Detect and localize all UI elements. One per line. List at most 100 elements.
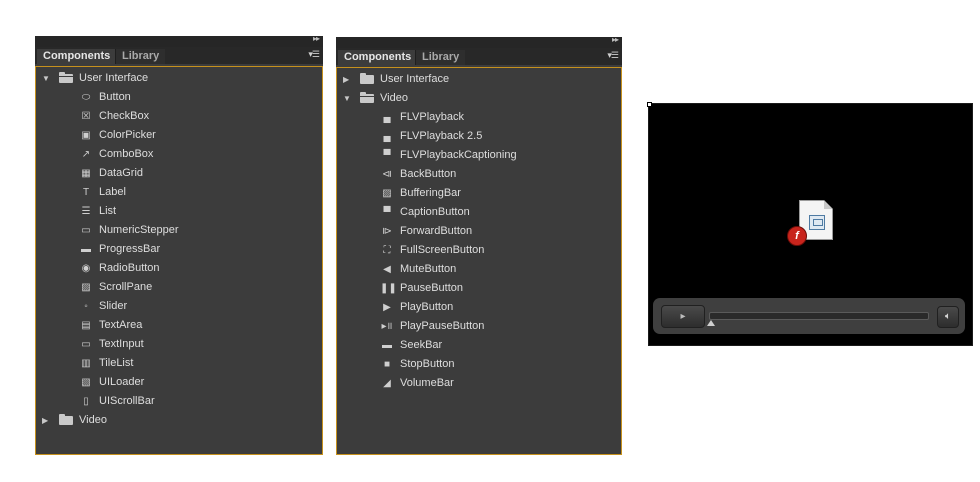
datagrid-icon: ▦ [81,168,91,179]
tree-item-label: ProgressBar [99,243,161,255]
selection-handle[interactable] [647,102,652,107]
tab-bar: Components Library ▾☰ [336,48,622,65]
tree-item-label: FullScreenButton [400,244,485,256]
tree-item[interactable]: ▦ DataGrid [36,164,322,183]
tree-folder-label: User Interface [79,72,149,84]
tilelist-icon: ▥ [81,358,91,369]
component-tree: ▶ User Interface ▼ Video ▄ FLVPlayback ▄ FLVPla… [336,67,622,455]
button-icon: ⬭ [81,92,91,103]
tree-item[interactable]: ▸॥ PlayPauseButton [337,317,621,336]
component-tree: ▼ User Interface ⬭ Button ☒ CheckBox ▣ ColorPic… [35,66,323,455]
tree-item[interactable]: ▬ ProgressBar [36,240,322,259]
tree-item[interactable]: ▤ TextArea [36,316,322,335]
tree-item[interactable]: ■ StopButton [337,355,621,374]
tree-item-label: FLVPlaybackCaptioning [400,149,517,161]
tree-item[interactable]: ▨ BufferingBar [337,184,621,203]
tree-folder[interactable]: ▶ User Interface [337,70,621,89]
tree-item[interactable]: ⧐ ForwardButton [337,222,621,241]
tree-item[interactable]: ▭ TextInput [36,335,322,354]
volume-button[interactable]: 🔈︎ [937,306,959,328]
components-panel-2: ▸▸ Components Library ▾☰ ▶ User Interface… [336,35,622,455]
tree-item[interactable]: ↗ ComboBox [36,145,322,164]
tree-item-label: ColorPicker [99,129,156,141]
tree-item[interactable]: ❚❚ PauseButton [337,279,621,298]
folder-icon [360,73,374,84]
tree-item[interactable]: ▨ ScrollPane [36,278,322,297]
tree-item[interactable]: ⬭ Button [36,88,322,107]
tab-components[interactable]: Components [37,49,117,64]
tree-item[interactable]: ▀ FLVPlaybackCaptioning [337,146,621,165]
panel-header-strip: ▸▸ [35,34,323,47]
flvplaybackcaptioning-icon: ▀ [383,150,391,161]
tree-item[interactable]: ⛶ FullScreenButton [337,241,621,260]
tree-folder[interactable]: ▶ Video [36,411,322,430]
tab-library[interactable]: Library [415,50,466,65]
tree-item-label: CaptionButton [400,206,470,218]
tree-item-label: PlayButton [400,301,454,313]
play-button[interactable]: ▸ [661,305,705,328]
slider-icon: ◦ [84,301,88,312]
folder-icon [360,92,374,103]
tree-item-label: ForwardButton [400,225,473,237]
pausebutton-icon: ❚❚ [380,283,397,294]
label-icon: T [82,187,90,198]
flvplayback-icon: ▄ [383,112,391,123]
panel-menu-icon[interactable]: ▾☰ [607,50,619,61]
tree-item[interactable]: ▬ SeekBar [337,336,621,355]
tree-item[interactable]: ◦ Slider [36,297,322,316]
tree-item[interactable]: ▧ UILoader [36,373,322,392]
tree-folder[interactable]: ▼ Video [337,89,621,108]
tree-item-label: Button [99,91,131,103]
tree-item[interactable]: ☒ CheckBox [36,107,322,126]
tab-library[interactable]: Library [115,49,166,64]
tree-item[interactable]: ◉ RadioButton [36,259,322,278]
tree-item[interactable]: ▭ NumericStepper [36,221,322,240]
flvplayback25-icon: ▄ [383,131,391,142]
numericstepper-icon: ▭ [81,225,91,236]
tree-item-label: DataGrid [99,167,144,179]
tree-item[interactable]: ◀ MuteButton [337,260,621,279]
tree-item-label: Label [99,186,126,198]
tree-item[interactable]: ☰ List [36,202,322,221]
combobox-icon: ↗ [81,149,91,160]
panel-header-strip: ▸▸ [336,35,622,48]
collapse-icon[interactable]: ▸▸ [313,34,320,43]
tree-item[interactable]: ▄ FLVPlayback [337,108,621,127]
tree-item-label: TextArea [99,319,143,331]
tree-item[interactable]: ▀ CaptionButton [337,203,621,222]
progressbar-icon: ▬ [81,244,91,255]
playpausebutton-icon: ▸॥ [381,321,393,332]
tree-folder-label: Video [79,414,107,426]
tree-folder[interactable]: ▼ User Interface [36,69,322,88]
playback-control-bar: ▸ 🔈︎ [653,298,965,334]
tree-item-label: VolumeBar [400,377,454,389]
collapse-icon[interactable]: ▸▸ [612,35,619,44]
forwardbutton-icon: ⧐ [382,226,392,237]
seek-bar[interactable] [709,312,929,320]
fullscreenbutton-icon: ⛶ [383,245,391,256]
expand-arrow-right-icon[interactable]: ▶ [343,75,349,84]
tree-item[interactable]: ▄ FLVPlayback 2.5 [337,127,621,146]
folder-icon [59,72,73,83]
tab-components[interactable]: Components [338,50,418,65]
tab-bar: Components Library ▾☰ [35,47,323,64]
colorpicker-icon: ▣ [81,130,91,141]
tree-item[interactable]: ▶ PlayButton [337,298,621,317]
uiloader-icon: ▧ [81,377,91,388]
tree-item[interactable]: ◢ VolumeBar [337,374,621,393]
expand-arrow-down-icon[interactable]: ▼ [42,74,50,83]
tree-item[interactable]: ▯ UIScrollBar [36,392,322,411]
panel-menu-icon[interactable]: ▾☰ [308,49,320,60]
seekbar-icon: ▬ [382,340,392,351]
tree-item-label: PlayPauseButton [400,320,485,332]
seek-handle[interactable] [707,320,715,326]
tree-item[interactable]: T Label [36,183,322,202]
expand-arrow-right-icon[interactable]: ▶ [42,416,48,425]
tree-item-label: CheckBox [99,110,150,122]
tree-item[interactable]: ▥ TileList [36,354,322,373]
textinput-icon: ▭ [81,339,91,350]
tree-item-label: ScrollPane [99,281,153,293]
tree-item[interactable]: ▣ ColorPicker [36,126,322,145]
expand-arrow-down-icon[interactable]: ▼ [343,94,351,103]
tree-item[interactable]: ⧏ BackButton [337,165,621,184]
